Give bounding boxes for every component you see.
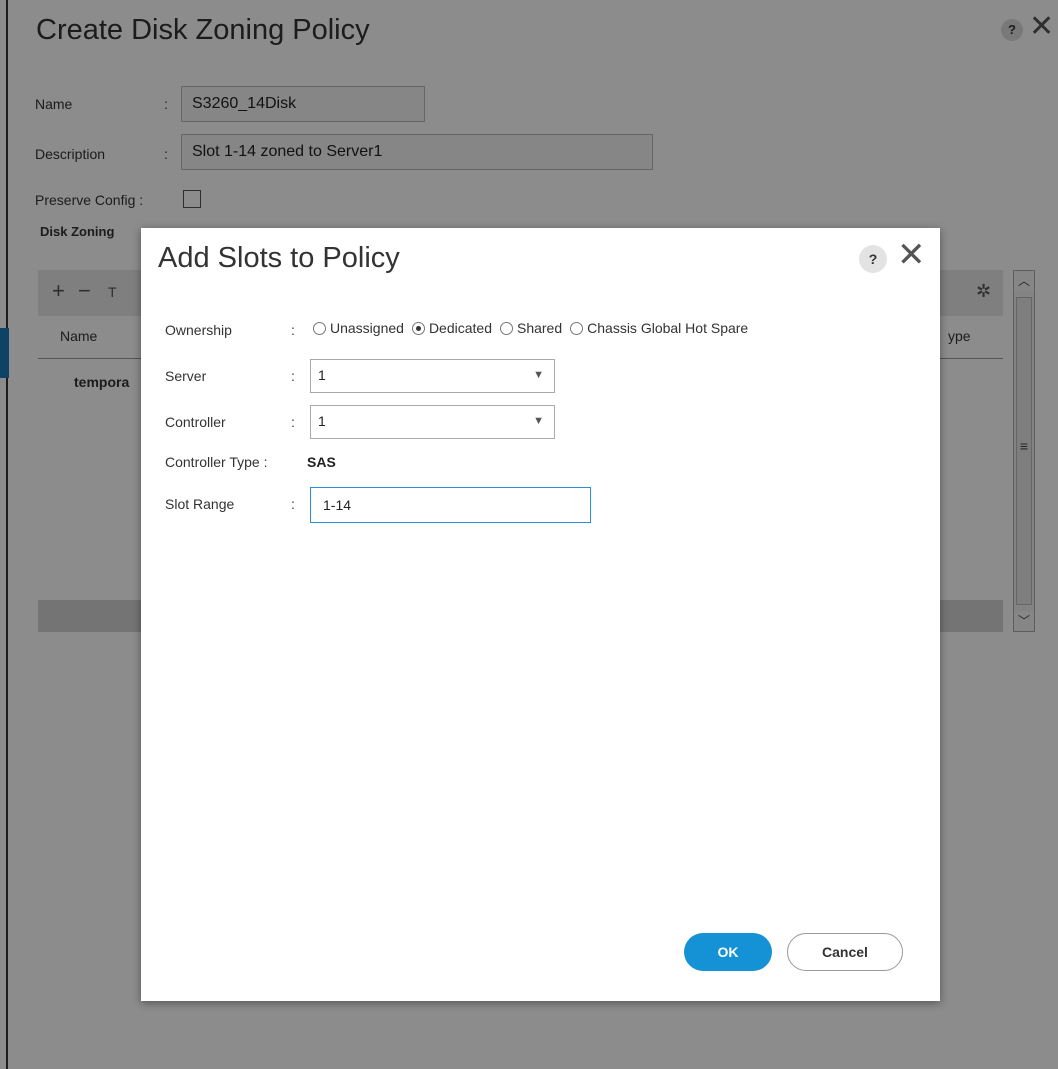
radio-shared[interactable] <box>499 321 513 335</box>
radio-unassigned[interactable] <box>313 321 326 335</box>
slot-range-colon: : <box>291 496 295 512</box>
slot-range-input[interactable]: 1-14 <box>310 487 591 523</box>
server-colon: : <box>291 368 295 384</box>
controller-select[interactable]: 1 ▼ <box>310 405 555 439</box>
server-label: Server <box>165 368 207 384</box>
close-icon[interactable]: ✕ <box>897 238 926 272</box>
controller-colon: : <box>291 414 295 430</box>
add-slots-to-policy-dialog: Add Slots to Policy ? ✕ Ownership : Unas… <box>141 228 940 1001</box>
chevron-down-icon: ▼ <box>533 415 544 427</box>
radio-chassis-global-hot-spare[interactable] <box>570 321 584 335</box>
radio-chassis-global-hot-spare-label[interactable]: Chassis Global Hot Spare <box>587 320 748 336</box>
radio-dedicated[interactable] <box>411 321 425 335</box>
help-icon[interactable]: ? <box>859 245 887 273</box>
server-select-value: 1 <box>318 367 326 383</box>
controller-select-value: 1 <box>318 413 326 429</box>
ownership-colon: : <box>291 322 295 338</box>
radio-shared-label[interactable]: Shared <box>517 320 562 336</box>
controller-label: Controller <box>165 414 226 430</box>
server-select[interactable]: 1 ▼ <box>310 359 555 393</box>
radio-dedicated-label[interactable]: Dedicated <box>429 320 492 336</box>
controller-type-label: Controller Type : <box>165 454 268 470</box>
ok-button[interactable]: OK <box>684 933 772 971</box>
ownership-radio-group: Unassigned Dedicated Shared Chassis Glob… <box>313 320 756 336</box>
radio-unassigned-label[interactable]: Unassigned <box>330 320 404 336</box>
modal-title: Add Slots to Policy <box>158 242 400 274</box>
slot-range-label: Slot Range <box>165 496 235 512</box>
cancel-button[interactable]: Cancel <box>787 933 903 971</box>
ownership-label: Ownership <box>165 322 232 338</box>
controller-type-value: SAS <box>307 454 336 470</box>
chevron-down-icon: ▼ <box>533 369 544 381</box>
